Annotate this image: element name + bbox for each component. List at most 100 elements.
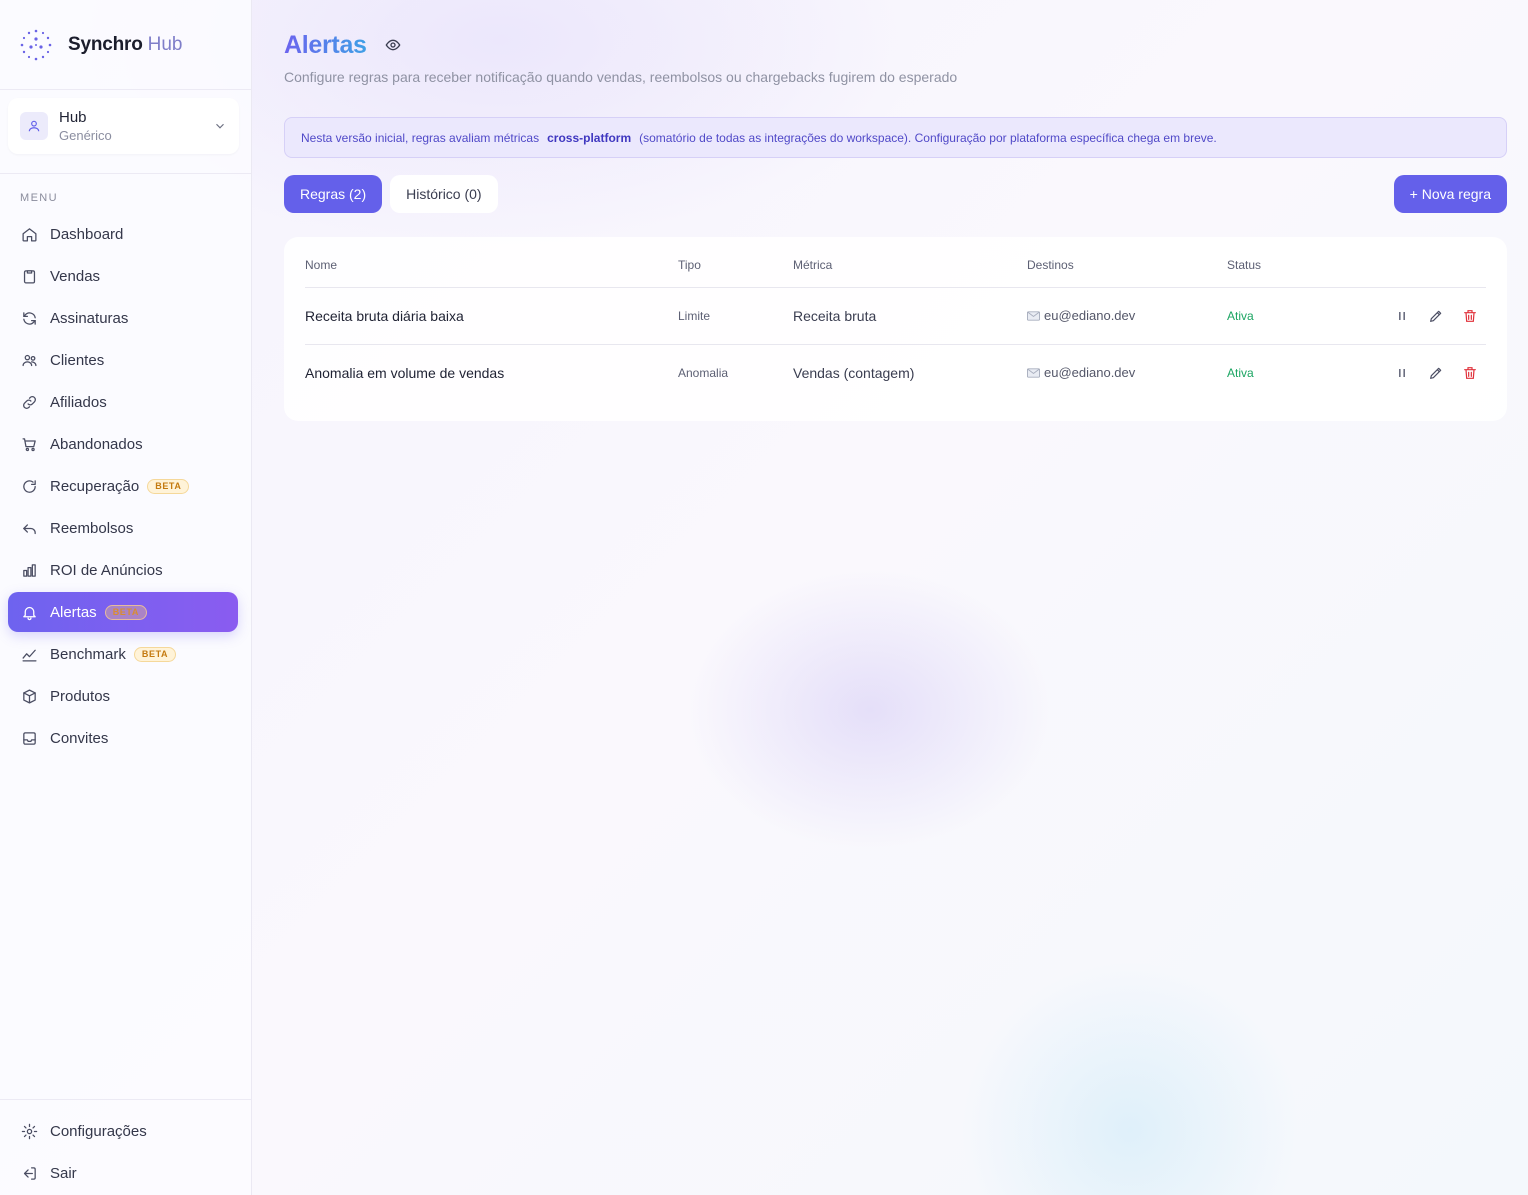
sidebar-item-label: Benchmark (50, 645, 126, 663)
sidebar-item-roi-de-anuncios[interactable]: ROI de Anúncios (8, 550, 238, 590)
sidebar-item-sair[interactable]: Sair (8, 1153, 238, 1193)
page-title: Alertas (284, 30, 367, 59)
tab-history[interactable]: Histórico (0) (390, 175, 498, 213)
sidebar-item-abandonados[interactable]: Abandonados (8, 424, 238, 464)
rules-table-card: Nome Tipo Métrica Destinos Status Receit… (284, 237, 1507, 421)
sidebar-item-label: Vendas (50, 267, 101, 285)
page-subtitle: Configure regras para receber notificaçã… (284, 69, 958, 85)
menu-label: MENU (20, 192, 58, 204)
col-header-status: Status (1227, 237, 1347, 288)
workspace-avatar (20, 112, 48, 140)
sidebar-item-configuracoes[interactable]: Configurações (8, 1111, 238, 1151)
home-icon (22, 227, 37, 242)
sidebar-item-afiliados[interactable]: Afiliados (8, 382, 238, 422)
sidebar-item-recuperacao[interactable]: Recuperação BETA (8, 466, 238, 506)
sidebar-item-label: Reembolsos (50, 519, 134, 537)
rule-metric: Receita bruta (793, 287, 1027, 345)
table-row: Receita bruta diária baixa Limite Receita … (305, 287, 1486, 345)
info-prefix: Nesta versão inicial, regras avaliam mét… (301, 130, 540, 145)
inbox-icon (23, 731, 36, 745)
rule-status: Ativa (1227, 365, 1254, 380)
rule-type: Anomalia (678, 365, 729, 380)
bell-icon (23, 606, 36, 620)
user-icon (28, 120, 40, 132)
col-header-type: Tipo (678, 237, 793, 288)
sidebar-item-label: Sair (50, 1164, 77, 1182)
workspace-selector[interactable]: Hub Genérico (8, 98, 239, 154)
sidebar-item-label: Afiliados (50, 393, 107, 411)
eye-icon[interactable] (385, 37, 401, 53)
beta-badge: BETA (104, 604, 147, 620)
sidebar-item-label: ROI de Anúncios (50, 561, 163, 579)
sidebar-item-vendas[interactable]: Vendas (8, 256, 238, 296)
info-banner: Nesta versão inicial, regras avaliam mét… (284, 117, 1507, 158)
col-header-metric: Métrica (793, 237, 1027, 288)
rotate-icon (23, 479, 36, 493)
link-icon (23, 395, 36, 409)
tab-rules[interactable]: Regras (2) (284, 175, 383, 213)
rule-destination: eu@ediano.dev (1027, 287, 1227, 345)
info-bold: cross-platform (547, 130, 632, 145)
bar-chart-icon (23, 563, 36, 577)
sidebar-item-label: Recuperação (50, 477, 140, 495)
sidebar-item-dashboard[interactable]: Dashboard (8, 214, 238, 254)
rule-destination: eu@ediano.dev (1027, 344, 1227, 401)
edit-icon[interactable] (1428, 365, 1444, 381)
trend-icon (22, 649, 37, 662)
rule-name: Anomalia em volume de vendas (305, 364, 505, 381)
rule-destination-email: eu@ediano.dev (1044, 365, 1136, 381)
col-header-destinations: Destinos (1027, 237, 1227, 288)
trash-icon[interactable] (1462, 308, 1478, 324)
users-icon (22, 354, 37, 366)
brand-sub: Hub (147, 33, 183, 55)
mail-icon (1027, 311, 1040, 321)
rule-actions (1347, 344, 1486, 401)
trash-icon[interactable] (1462, 365, 1478, 381)
sidebar: Synchro Hub Hub Genérico MENU Dashboard V… (0, 0, 252, 1195)
sidebar-item-label: Assinaturas (50, 309, 129, 327)
clipboard-icon (23, 269, 36, 284)
rule-name: Receita bruta diária baixa (305, 287, 678, 345)
pause-icon[interactable] (1394, 365, 1410, 381)
sidebar-item-label: Abandonados (50, 435, 143, 453)
refresh-icon (23, 311, 36, 325)
sidebar-item-alertas[interactable]: Alertas BETA (8, 592, 238, 632)
gear-icon (21, 1123, 38, 1139)
table-row: Anomalia em volume de vendas Anomalia Vend… (305, 344, 1486, 401)
sidebar-item-label: Clientes (50, 351, 105, 369)
sidebar-item-label: Alertas (50, 603, 97, 621)
new-rule-button[interactable]: + Nova regra (1393, 175, 1507, 213)
edit-icon[interactable] (1428, 308, 1444, 324)
brand-name: Synchro (68, 33, 143, 55)
sidebar-item-label: Produtos (50, 687, 111, 705)
workspace-type: Genérico (59, 127, 112, 143)
sidebar-item-benchmark[interactable]: Benchmark BETA (8, 634, 238, 674)
logout-icon (23, 1166, 36, 1180)
sidebar-item-clientes[interactable]: Clientes (8, 340, 238, 380)
sidebar-item-reembolsos[interactable]: Reembolsos (8, 508, 238, 548)
main-nav: Dashboard Vendas Assinaturas Clientes Afilia… (0, 214, 251, 760)
main-content: Alertas Configure regras para receber no… (252, 0, 1528, 1195)
info-suffix: (somatório de todas as integrações do wo… (639, 130, 1217, 145)
rules-table: Nome Tipo Métrica Destinos Status Receit… (305, 237, 1486, 401)
sidebar-item-label: Convites (50, 729, 109, 747)
chevron-down-icon (216, 123, 224, 129)
sidebar-item-convites[interactable]: Convites (8, 718, 238, 758)
undo-icon (23, 523, 36, 534)
beta-badge: BETA (147, 478, 190, 494)
sidebar-item-assinaturas[interactable]: Assinaturas (8, 298, 238, 338)
synchro-logo-icon (20, 29, 52, 60)
pause-icon[interactable] (1394, 308, 1410, 324)
beta-badge: BETA (133, 646, 177, 662)
sidebar-item-label: Dashboard (50, 225, 124, 243)
rule-status: Ativa (1227, 287, 1347, 345)
rule-type: Limite (678, 287, 793, 345)
cart-icon (22, 437, 36, 451)
rule-actions (1347, 287, 1486, 345)
rule-metric: Vendas (contagem) (793, 364, 915, 381)
brand[interactable]: Synchro Hub (0, 0, 251, 90)
workspace-name: Hub (59, 108, 87, 126)
col-header-name: Nome (305, 237, 678, 288)
sidebar-bottom-nav: Configurações Sair (0, 1099, 251, 1195)
sidebar-item-produtos[interactable]: Produtos (8, 676, 238, 716)
